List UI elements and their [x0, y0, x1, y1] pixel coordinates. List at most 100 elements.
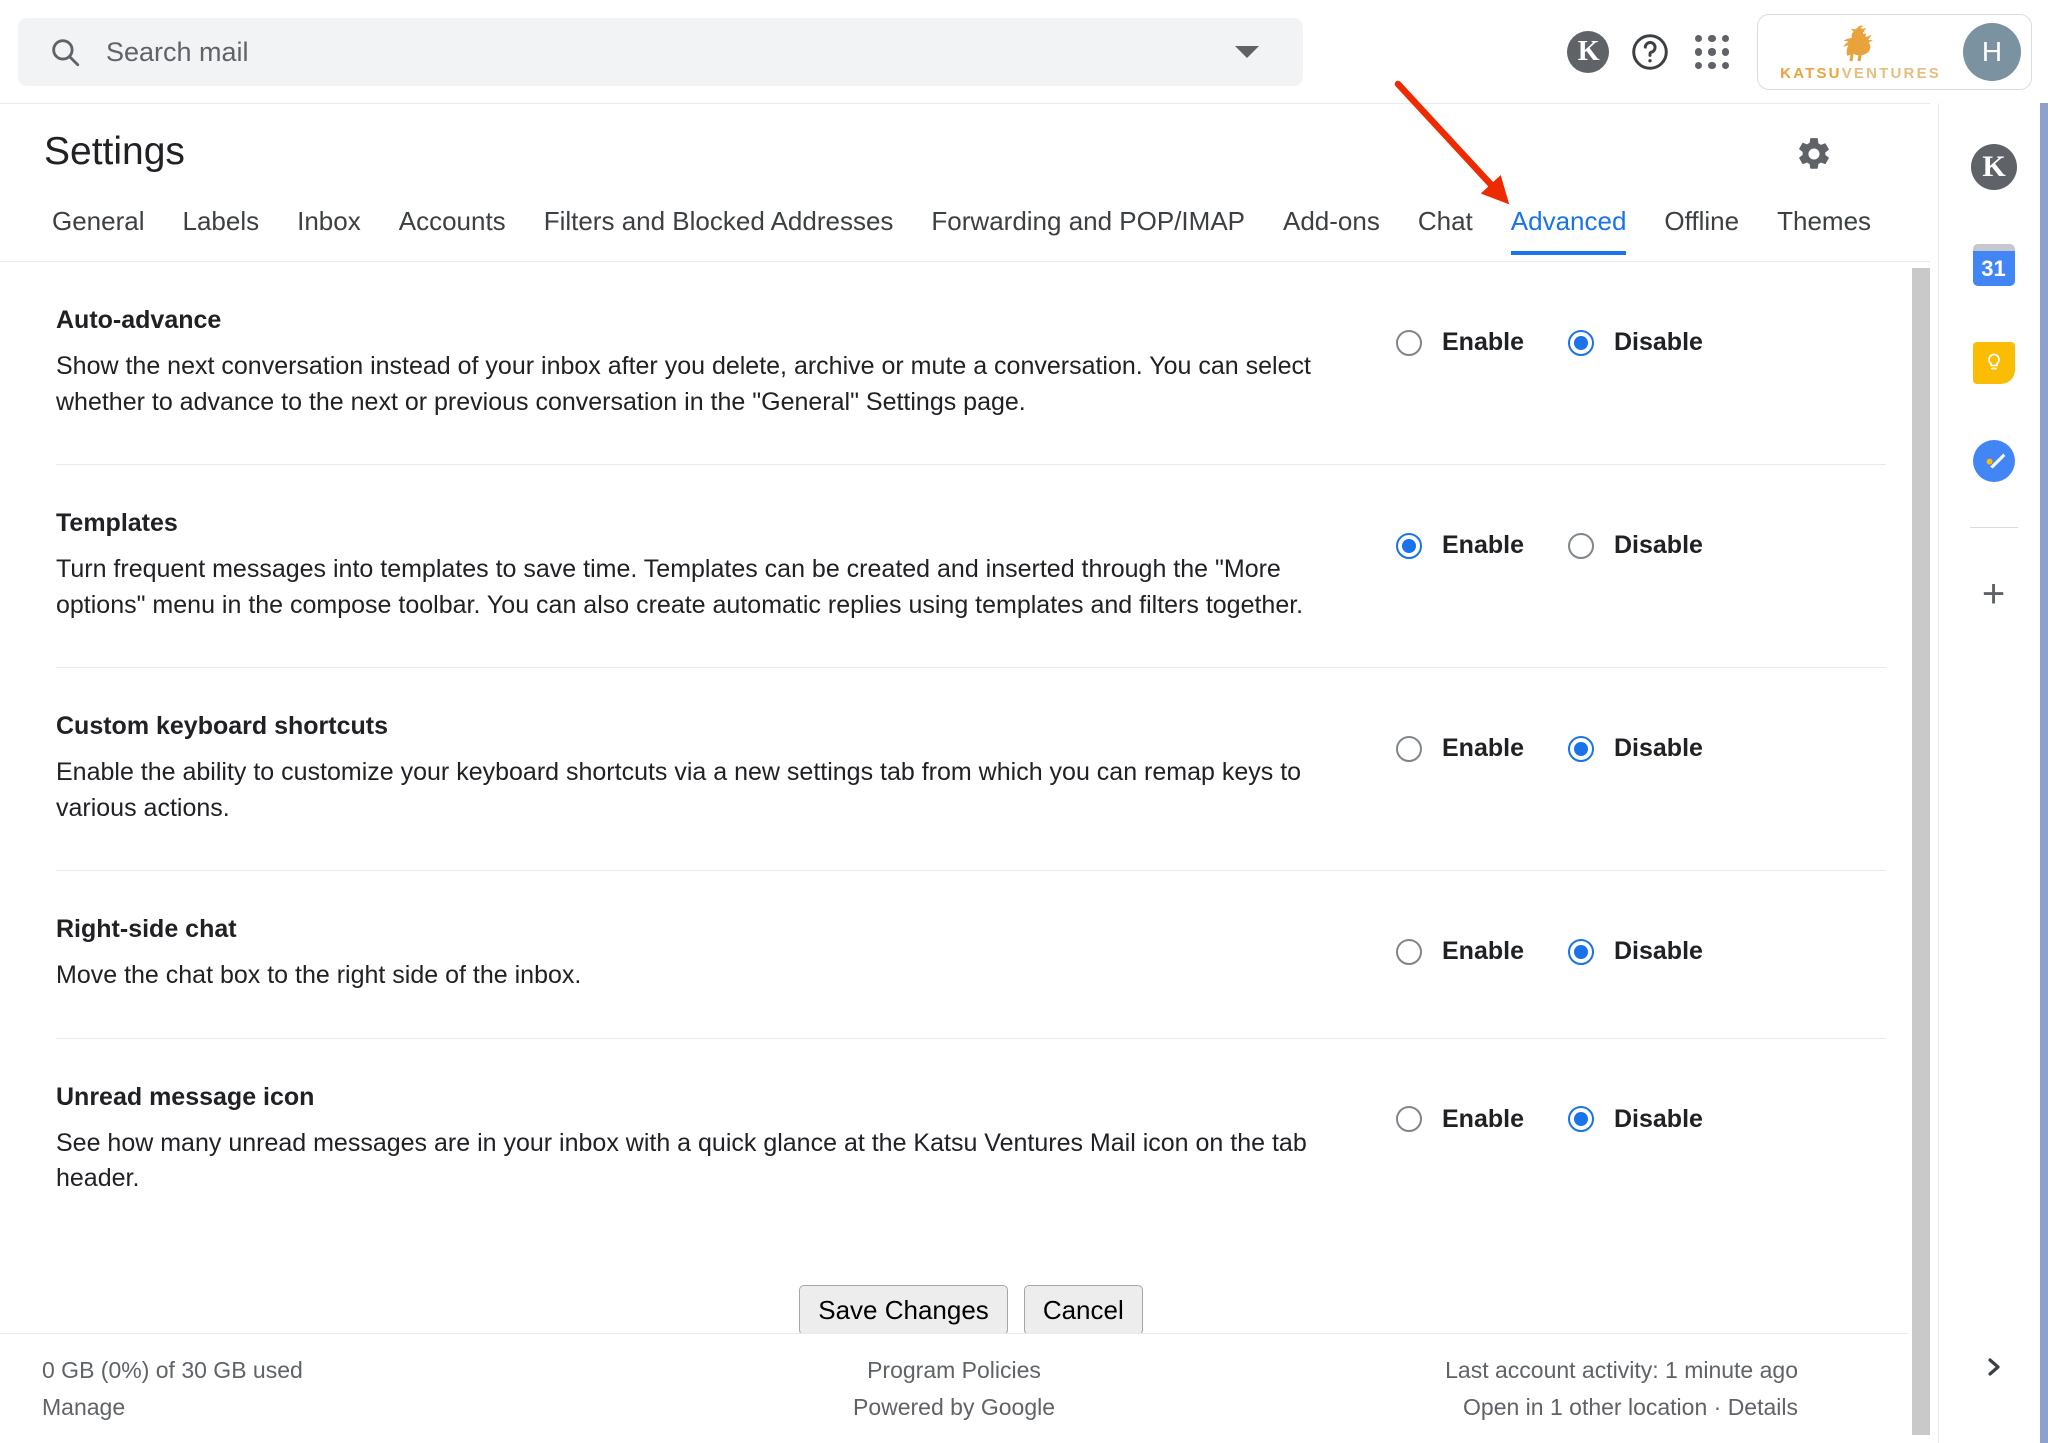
radio-option-enable[interactable]: Enable — [1396, 937, 1568, 966]
radio-enable-icon[interactable] — [1396, 735, 1422, 762]
radio-disable-label: Disable — [1614, 937, 1703, 965]
program-policies-link[interactable]: Program Policies — [853, 1357, 1055, 1384]
chevron-right-icon — [1987, 1358, 2000, 1376]
page-title: Settings — [44, 130, 185, 173]
save-changes-button[interactable]: Save Changes — [799, 1284, 1008, 1333]
radio-enable-icon[interactable] — [1396, 532, 1422, 559]
radio-option-disable[interactable]: Disable — [1568, 531, 1703, 560]
gmail-settings-page: K — [0, 0, 2048, 1443]
radio-option-disable[interactable]: Disable — [1568, 1105, 1703, 1134]
radio-disable-icon[interactable] — [1568, 329, 1594, 356]
tab-chat[interactable]: Chat — [1418, 200, 1473, 255]
setting-options: Enable Disable — [1396, 915, 1703, 966]
radio-enable-label: Enable — [1442, 531, 1524, 559]
tab-forwarding-and-pop-imap[interactable]: Forwarding and POP/IMAP — [931, 200, 1245, 255]
rail-item-keep[interactable] — [1958, 327, 2030, 399]
help-circle-icon — [1632, 34, 1668, 70]
setting-description: Move the chat box to the right side of t… — [56, 961, 582, 989]
radio-option-enable[interactable]: Enable — [1396, 1105, 1568, 1134]
radio-option-enable[interactable]: Enable — [1396, 328, 1568, 357]
setting-text: Right-side chat Move the chat box to the… — [56, 915, 1396, 994]
radio-option-enable[interactable]: Enable — [1396, 531, 1568, 560]
tab-add-ons[interactable]: Add-ons — [1283, 200, 1380, 255]
radio-enable-icon[interactable] — [1396, 938, 1422, 965]
search-bar[interactable] — [18, 18, 1303, 86]
radio-enable-icon[interactable] — [1396, 1106, 1422, 1132]
setting-row-custom-keyboard-shortcuts: Custom keyboard shortcuts Enable the abi… — [56, 668, 1886, 871]
radio-disable-icon[interactable] — [1568, 532, 1594, 559]
radio-disable-label: Disable — [1614, 328, 1703, 356]
footer-activity: Last account activity: 1 minute ago Open… — [1445, 1357, 1798, 1421]
footer-storage: 0 GB (0%) of 30 GB used Manage — [42, 1357, 303, 1421]
apps-grid-icon — [1695, 35, 1730, 69]
top-bar-actions: K KATSUVENTURES H — [1557, 14, 2032, 90]
scrollbar-thumb[interactable] — [1912, 268, 1930, 1435]
setting-title: Unread message icon — [56, 1082, 315, 1111]
setting-options: Enable Disable — [1396, 306, 1703, 357]
footer-links: Program Policies Powered by Google — [853, 1357, 1055, 1421]
storage-used-text: 0 GB (0%) of 30 GB used — [42, 1356, 303, 1383]
radio-option-disable[interactable]: Disable — [1568, 734, 1703, 763]
setting-text: Auto-advance Show the next conversation … — [56, 306, 1396, 420]
setting-row-right-side-chat: Right-side chat Move the chat box to the… — [56, 871, 1886, 1039]
setting-row-auto-advance: Auto-advance Show the next conversation … — [56, 262, 1886, 465]
tab-general[interactable]: General — [52, 200, 145, 255]
brand-account-box[interactable]: KATSUVENTURES H — [1757, 14, 2032, 90]
radio-disable-label: Disable — [1614, 734, 1703, 762]
rail-divider — [1969, 527, 2018, 528]
setting-description: Turn frequent messages into templates to… — [56, 555, 1304, 619]
page-footer: 0 GB (0%) of 30 GB used Manage Program P… — [0, 1333, 1908, 1443]
browser-scrollbar-edge[interactable] — [2040, 103, 2048, 1443]
side-panel-rail: K 31 + — [1938, 103, 2048, 1443]
setting-options: Enable Disable — [1396, 1083, 1703, 1134]
setting-row-templates: Templates Turn frequent messages into te… — [56, 465, 1886, 668]
powered-by-text: Powered by Google — [852, 1393, 1056, 1420]
tasks-icon — [1972, 440, 2015, 482]
settings-gear-button[interactable] — [1786, 126, 1842, 182]
radio-disable-icon[interactable] — [1568, 735, 1594, 762]
brand-name-part1: KATSU — [1780, 64, 1842, 82]
search-input[interactable] — [106, 36, 1235, 68]
calendar-icon: 31 — [1972, 244, 2015, 286]
open-locations-details-link[interactable]: Open in 1 other location · Details — [1445, 1394, 1798, 1421]
help-button[interactable] — [1619, 21, 1681, 83]
plus-icon: + — [1981, 572, 2006, 616]
radio-option-disable[interactable]: Disable — [1568, 937, 1703, 966]
top-app-bar: K — [0, 0, 2048, 103]
rail-item-workspace[interactable]: K — [1958, 131, 2030, 203]
workspace-k-icon: K — [1567, 31, 1610, 73]
last-activity-text: Last account activity: 1 minute ago — [1445, 1356, 1798, 1383]
rail-add-button[interactable]: + — [1958, 558, 2030, 630]
rooster-logo-icon — [1842, 25, 1873, 61]
workspace-badge-button[interactable]: K — [1557, 21, 1619, 83]
radio-disable-icon[interactable] — [1568, 938, 1594, 965]
chevron-down-icon[interactable] — [1235, 46, 1259, 58]
tab-labels[interactable]: Labels — [183, 200, 260, 255]
brand-logo: KATSUVENTURES — [1780, 23, 1941, 82]
rail-expand-button[interactable] — [1966, 1339, 2022, 1395]
tab-accounts[interactable]: Accounts — [399, 200, 506, 255]
avatar[interactable]: H — [1963, 23, 2021, 81]
manage-storage-link[interactable]: Manage — [42, 1394, 303, 1421]
apps-launcher-button[interactable] — [1681, 21, 1743, 83]
search-icon — [52, 39, 80, 67]
cancel-button[interactable]: Cancel — [1023, 1284, 1143, 1333]
radio-enable-icon[interactable] — [1396, 329, 1422, 356]
keep-icon — [1972, 342, 2015, 384]
tab-offline[interactable]: Offline — [1664, 200, 1739, 255]
radio-disable-label: Disable — [1614, 1104, 1703, 1133]
radio-option-enable[interactable]: Enable — [1396, 734, 1568, 763]
radio-option-disable[interactable]: Disable — [1568, 328, 1703, 357]
tab-advanced[interactable]: Advanced — [1510, 200, 1626, 255]
content-scrollbar[interactable] — [1912, 268, 1930, 1435]
setting-title: Auto-advance — [56, 306, 222, 334]
tab-themes[interactable]: Themes — [1777, 200, 1871, 255]
tab-inbox[interactable]: Inbox — [297, 200, 361, 255]
rail-item-tasks[interactable] — [1958, 425, 2030, 497]
setting-title: Custom keyboard shortcuts — [56, 712, 389, 740]
rail-item-calendar[interactable]: 31 — [1958, 229, 2030, 301]
setting-text: Templates Turn frequent messages into te… — [56, 509, 1396, 623]
radio-disable-icon[interactable] — [1568, 1106, 1594, 1132]
tab-filters-and-blocked-addresses[interactable]: Filters and Blocked Addresses — [544, 200, 894, 255]
settings-rows: Auto-advance Show the next conversation … — [56, 262, 1886, 1241]
